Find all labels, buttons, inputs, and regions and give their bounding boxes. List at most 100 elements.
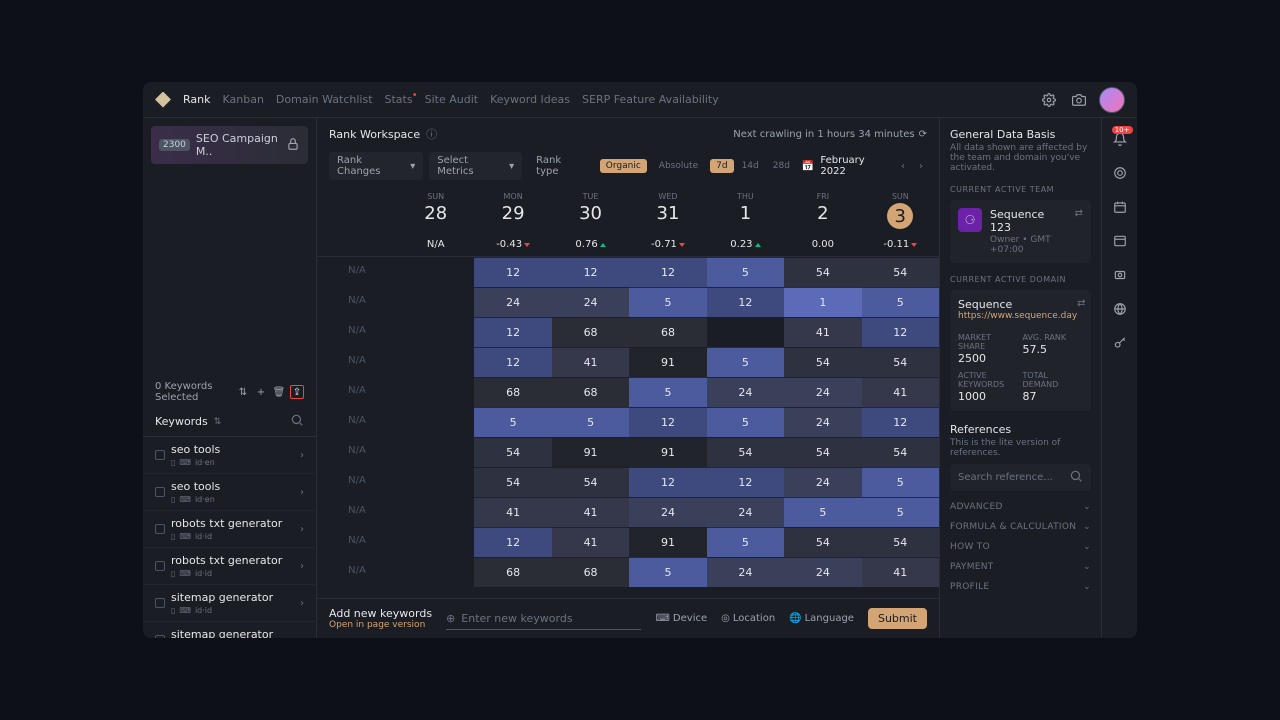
period-14d[interactable]: 14d — [736, 159, 765, 173]
checkbox[interactable] — [155, 635, 165, 638]
device-selector[interactable]: ⌨Device — [655, 613, 707, 624]
rank-cell[interactable]: 91 — [629, 437, 706, 467]
rank-cell[interactable]: 68 — [552, 377, 629, 407]
rank-cell[interactable]: 68 — [474, 377, 551, 407]
rank-cell[interactable]: 5 — [784, 497, 861, 527]
rank-cell[interactable]: 5 — [629, 287, 706, 317]
rank-cell[interactable]: 54 — [474, 437, 551, 467]
period-7d[interactable]: 7d — [710, 159, 733, 173]
target-icon[interactable] — [1111, 164, 1129, 182]
rank-cell[interactable]: 12 — [552, 257, 629, 287]
rank-cell[interactable] — [707, 317, 784, 347]
rank-cell[interactable]: 24 — [707, 557, 784, 587]
rank-cell[interactable]: 54 — [474, 467, 551, 497]
rank-cell[interactable]: 91 — [629, 347, 706, 377]
rank-cell[interactable]: 5 — [629, 557, 706, 587]
accordion-how-to[interactable]: HOW TO⌄ — [950, 537, 1091, 557]
checkbox[interactable] — [155, 450, 165, 460]
rank-cell[interactable]: 12 — [629, 467, 706, 497]
rank-cell[interactable]: 1 — [784, 287, 861, 317]
switch-icon[interactable]: ⇄ — [1077, 298, 1085, 309]
rank-changes-dropdown[interactable]: Rank Changes▾ — [329, 152, 423, 180]
sort-icon[interactable]: ⇅ — [236, 385, 250, 399]
avatar[interactable] — [1099, 87, 1125, 113]
rank-cell[interactable]: 68 — [552, 557, 629, 587]
next-button[interactable]: › — [915, 161, 927, 172]
rank-cell[interactable]: 91 — [552, 437, 629, 467]
rank-cell[interactable]: 5 — [552, 407, 629, 437]
rank-cell[interactable]: 54 — [552, 467, 629, 497]
accordion-formula-calculation[interactable]: FORMULA & CALCULATION⌄ — [950, 517, 1091, 537]
nav-serp-feature-availability[interactable]: SERP Feature Availability — [582, 93, 719, 106]
language-selector[interactable]: 🌐Language — [789, 613, 854, 624]
rank-cell[interactable]: 54 — [784, 347, 861, 377]
nav-site-audit[interactable]: Site Audit — [425, 93, 478, 106]
rank-cell[interactable]: 54 — [784, 527, 861, 557]
period-28d[interactable]: 28d — [767, 159, 796, 173]
keyword-row[interactable]: sitemap generator▯⌨id·id› — [143, 585, 316, 622]
keyword-row[interactable]: sitemap generator▯⌨id·id› — [143, 622, 316, 638]
reference-search[interactable]: Search reference... — [950, 464, 1091, 491]
rank-cell[interactable]: 5 — [474, 407, 551, 437]
gear-icon[interactable] — [1039, 90, 1059, 110]
accordion-payment[interactable]: PAYMENT⌄ — [950, 557, 1091, 577]
accordion-advanced[interactable]: ADVANCED⌄ — [950, 497, 1091, 517]
rank-cell[interactable]: 68 — [552, 317, 629, 347]
rank-cell[interactable]: 12 — [862, 407, 939, 437]
rank-cell[interactable]: 41 — [552, 527, 629, 557]
rank-cell[interactable]: 12 — [474, 317, 551, 347]
nav-kanban[interactable]: Kanban — [222, 93, 263, 106]
rank-cell[interactable]: 91 — [629, 527, 706, 557]
rank-cell[interactable]: 24 — [552, 287, 629, 317]
rank-cell[interactable]: 5 — [707, 347, 784, 377]
rank-cell[interactable]: 24 — [707, 497, 784, 527]
plus-icon[interactable]: + — [254, 385, 268, 399]
camera-icon[interactable] — [1069, 90, 1089, 110]
nav-stats[interactable]: Stats — [385, 93, 413, 106]
rank-cell[interactable]: 41 — [862, 557, 939, 587]
key-icon[interactable] — [1111, 334, 1129, 352]
prev-button[interactable]: ‹ — [897, 161, 909, 172]
open-page-link[interactable]: Open in page version — [329, 620, 432, 630]
rank-cell[interactable]: 5 — [707, 407, 784, 437]
nav-keyword-ideas[interactable]: Keyword Ideas — [490, 93, 570, 106]
rank-cell[interactable]: 54 — [862, 527, 939, 557]
nav-rank[interactable]: Rank — [183, 93, 210, 106]
checkbox[interactable] — [155, 598, 165, 608]
kw-column-header[interactable]: Keywords ⇅ — [143, 407, 316, 437]
browser-icon[interactable] — [1111, 232, 1129, 250]
rank-cell[interactable]: 54 — [862, 437, 939, 467]
rank-cell[interactable]: 41 — [552, 347, 629, 377]
export-icon[interactable]: ⇪ — [290, 385, 304, 399]
rank-cell[interactable]: 54 — [784, 257, 861, 287]
checkbox[interactable] — [155, 524, 165, 534]
rank-cell[interactable]: 41 — [552, 497, 629, 527]
rank-cell[interactable]: 54 — [784, 437, 861, 467]
refresh-icon[interactable]: ⟳ — [919, 129, 927, 140]
rank-cell[interactable]: 24 — [707, 377, 784, 407]
checkbox[interactable] — [155, 487, 165, 497]
rank-cell[interactable]: 12 — [862, 317, 939, 347]
rank-cell[interactable]: 41 — [862, 377, 939, 407]
rank-cell[interactable]: 12 — [629, 257, 706, 287]
rank-cell[interactable]: 54 — [707, 437, 784, 467]
rank-cell[interactable]: 12 — [474, 257, 551, 287]
rank-cell[interactable]: 5 — [629, 377, 706, 407]
rank-cell[interactable]: 5 — [862, 287, 939, 317]
rank-cell[interactable]: 5 — [862, 497, 939, 527]
rank-cell[interactable]: 12 — [474, 527, 551, 557]
switch-icon[interactable]: ⇄ — [1075, 208, 1083, 219]
rank-cell[interactable]: 12 — [629, 407, 706, 437]
rank-cell[interactable]: 24 — [784, 557, 861, 587]
calendar-icon[interactable] — [1111, 198, 1129, 216]
rank-cell[interactable]: 12 — [474, 347, 551, 377]
keyword-row[interactable]: seo tools▯⌨id·en› — [143, 474, 316, 511]
rank-cell[interactable]: 5 — [862, 467, 939, 497]
globe-icon[interactable] — [1111, 300, 1129, 318]
submit-button[interactable]: Submit — [868, 608, 927, 629]
rank-cell[interactable]: 24 — [629, 497, 706, 527]
rank-type-absolute[interactable]: Absolute — [653, 159, 704, 173]
keyword-input[interactable]: ⊕ Enter new keywords — [446, 608, 641, 630]
rank-type-organic[interactable]: Organic — [600, 159, 647, 173]
rank-cell[interactable]: 24 — [784, 377, 861, 407]
